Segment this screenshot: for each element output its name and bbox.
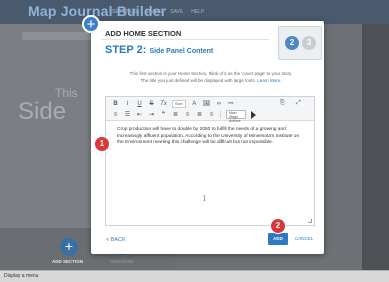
italic-button[interactable]: I [124,100,131,108]
step-heading: STEP 2: Side Panel Content [105,44,213,56]
menu-save[interactable]: SAVE [170,9,183,15]
play-icon[interactable] [251,110,256,119]
numbered-list-icon[interactable]: ≡ [112,111,119,119]
organize-label: ORGANIZE [110,259,134,264]
dialog-title: ADD HOME SECTION [105,29,182,38]
add-section-button[interactable]: + [60,238,78,256]
menu-settings[interactable]: SETTINGS [112,9,137,15]
unlink-icon[interactable]: ⚯ [227,100,234,108]
step-subtitle: Side Panel Content [149,48,214,55]
font-color-button[interactable]: A [191,100,198,108]
back-button[interactable]: < BACK [106,237,126,243]
align-right-icon[interactable]: ≣ [196,111,203,119]
strikethrough-button[interactable]: S [148,100,155,108]
side-panel-title-line2: Side [18,98,67,125]
intro-line-2-wrap: The title you just defined will be displ… [111,78,311,85]
step-indicator-current: 2 [285,36,299,50]
font-size-select[interactable]: Size [172,100,186,108]
step-prefix: STEP 2: [105,44,147,56]
dialog-divider [101,39,269,40]
media-icon[interactable]: 🖼 [203,100,211,108]
blockquote-icon[interactable]: ❞ [160,111,167,119]
menu-share[interactable]: SHARE [145,9,162,15]
editor-toolbar: B I U S Tx Size A 🖼 ∞ ⚯ ⎘ ⤢ ≡ ☰ ⇤ ⇥ ❞ ≣ … [106,97,314,123]
bullet-list-icon[interactable]: ☰ [124,111,131,119]
text-cursor-icon: I [203,195,206,203]
step-indicator: 2 3 [278,26,322,60]
align-left-icon[interactable]: ≣ [172,111,179,119]
rich-text-editor[interactable]: B I U S Tx Size A 🖼 ∞ ⚯ ⎘ ⤢ ≡ ☰ ⇤ ⇥ ❞ ≣ … [105,96,315,226]
indent-icon[interactable]: ⇥ [148,111,155,119]
add-section-label: ADD SECTION [52,259,84,264]
main-stage-action-select[interactable]: Main Stage Actions [226,110,246,123]
outdent-icon[interactable]: ⇤ [136,111,143,119]
link-icon[interactable]: ∞ [215,100,222,108]
resize-handle-icon[interactable] [308,219,312,223]
toolbar-separator [220,111,221,118]
right-strip [362,24,389,270]
add-button[interactable]: ADD [268,233,288,245]
learn-more-link[interactable]: Learn More. [257,78,281,83]
toolbar-row-2: ≡ ☰ ⇤ ⇥ ❞ ≣ ≡ ≣ ≡ Main Stage Actions [112,110,256,123]
intro-text: This first section is your Home Section,… [111,71,311,84]
align-justify-icon[interactable]: ≡ [208,111,215,119]
toolbar-row-1: B I U S Tx Size A 🖼 ∞ ⚯ [112,100,234,108]
intro-line-2: The title you just defined will be displ… [140,77,257,83]
header-menu: SETTINGS SHARE SAVE HELP [112,9,204,15]
status-bar: Display a menu [0,270,389,282]
editor-text[interactable]: Crop production will have to double by 2… [117,127,307,147]
step-indicator-next: 3 [302,36,316,50]
underline-button[interactable]: U [136,100,143,108]
maximize-icon[interactable]: ⤢ [296,100,301,107]
callout-1: 1 [95,137,109,151]
clear-format-button[interactable]: Tx [160,100,167,108]
add-section-plus-icon: + [82,15,100,33]
menu-help[interactable]: HELP [191,9,204,15]
source-icon[interactable]: ⎘ [280,100,285,107]
status-text: Display a menu [4,273,39,279]
bold-button[interactable]: B [112,100,119,108]
add-home-section-dialog: ADD HOME SECTION STEP 2: Side Panel Cont… [91,21,324,254]
callout-2: 2 [271,219,285,233]
cancel-button[interactable]: CANCEL [295,236,313,241]
align-center-icon[interactable]: ≡ [184,111,191,119]
